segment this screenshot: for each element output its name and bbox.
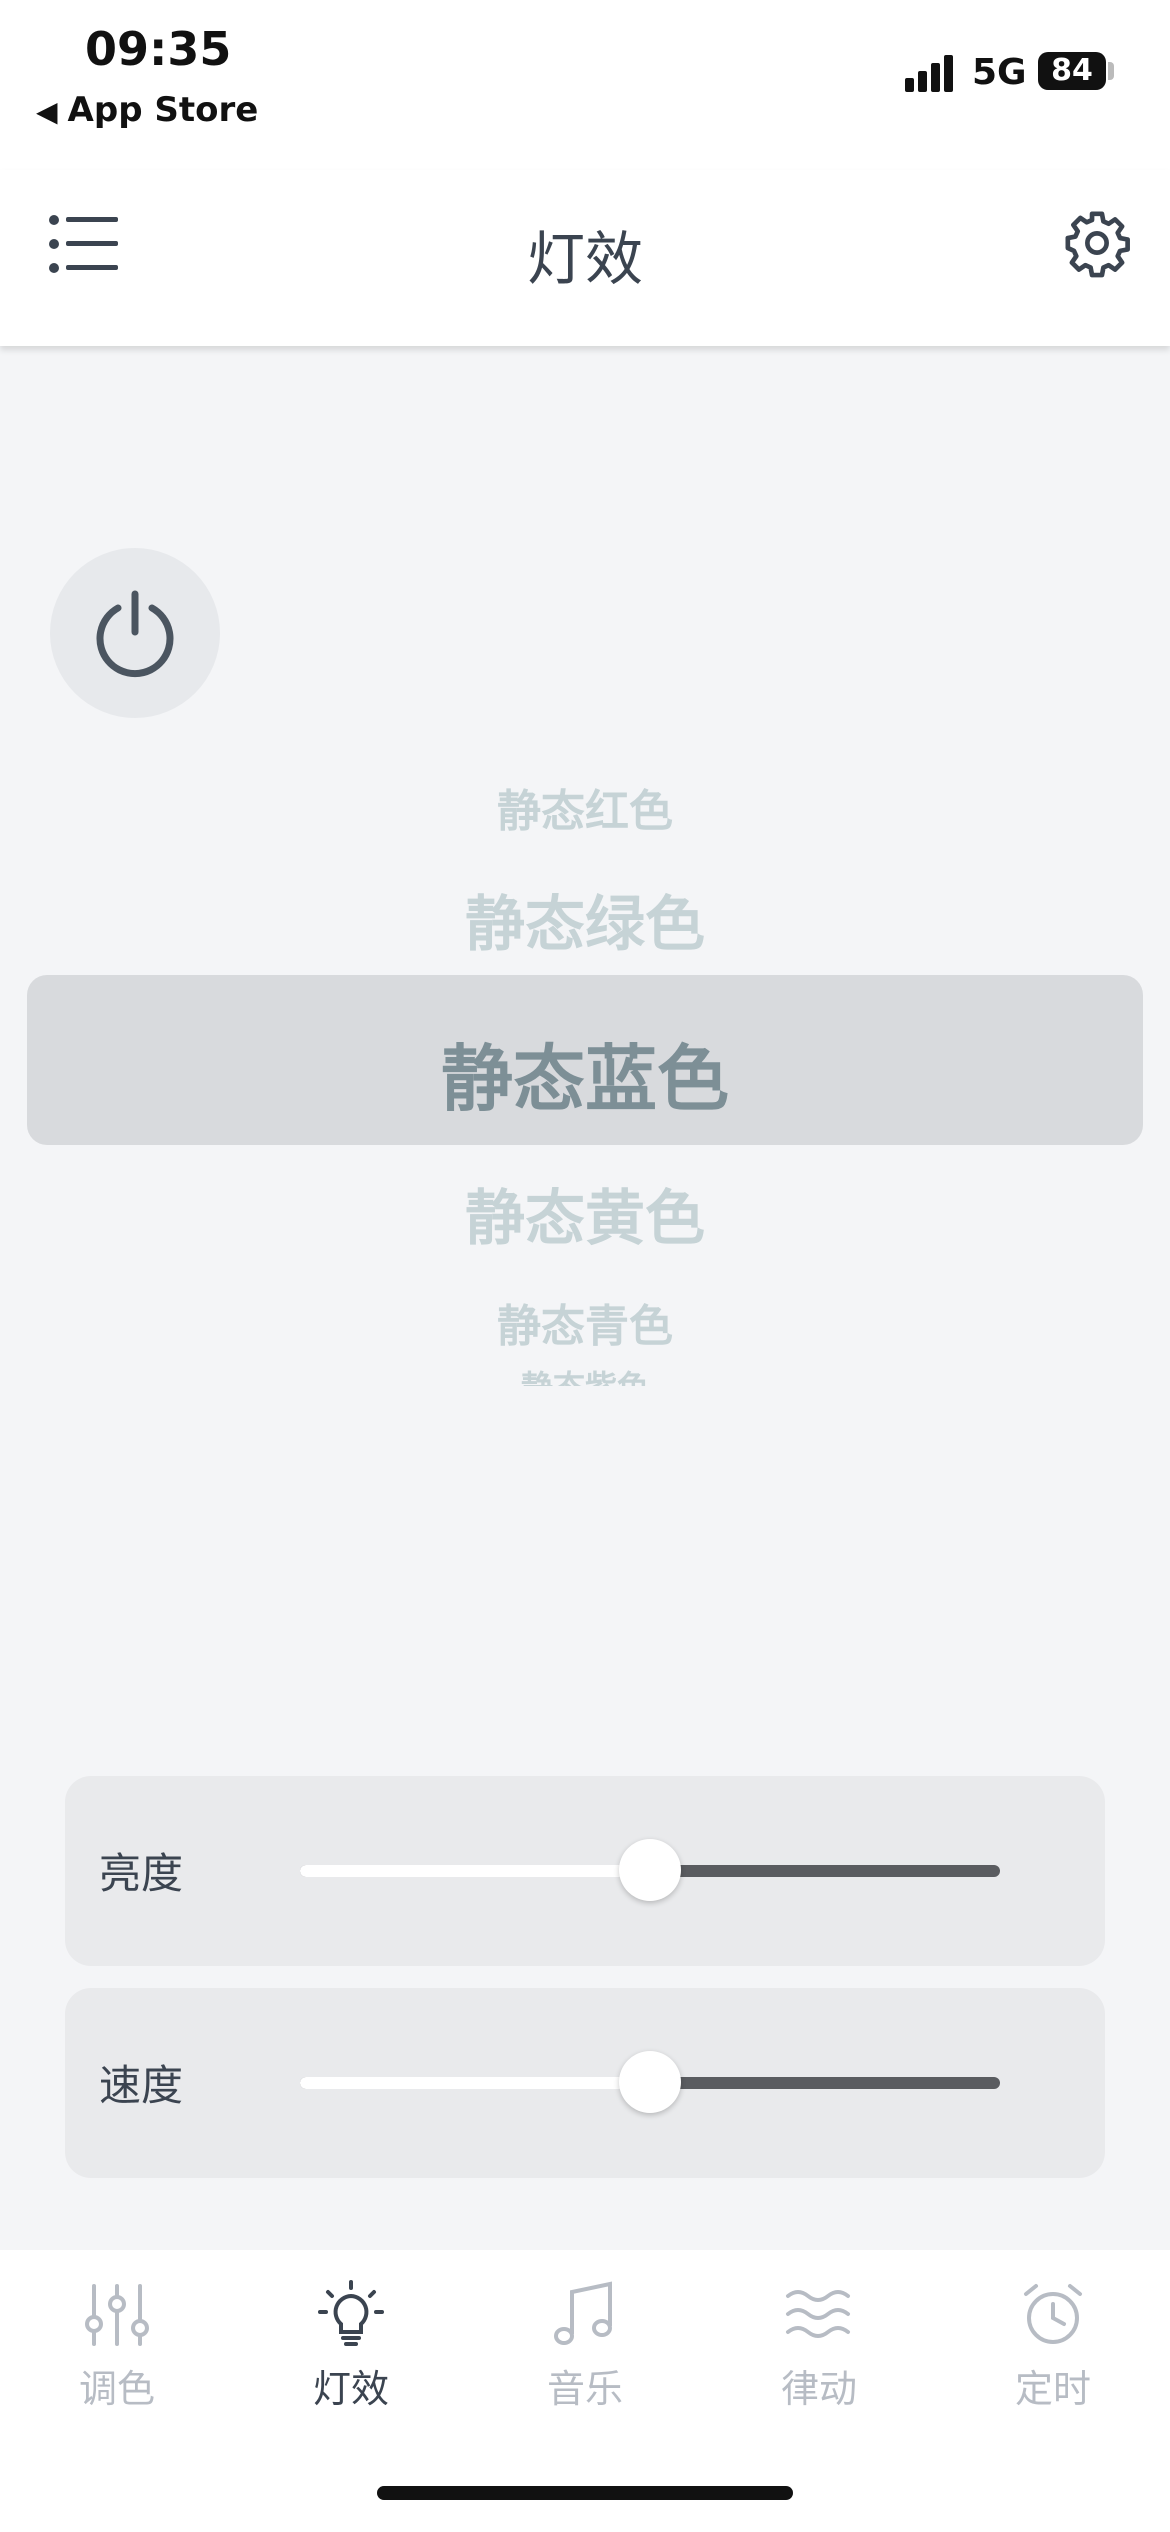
effect-option-blue-selected[interactable]: 静态蓝色 (0, 1020, 1170, 1125)
alarm-clock-icon (1024, 2284, 1082, 2344)
power-button[interactable] (50, 548, 220, 718)
cellular-signal-icon (905, 52, 955, 92)
lightbulb-icon (318, 2280, 384, 2346)
power-icon (96, 590, 174, 678)
effect-option-yellow[interactable]: 静态黄色 (0, 1170, 1170, 1257)
back-arrow-icon: ◀ (36, 95, 58, 128)
tab-rhythm[interactable]: 律动 (729, 2280, 909, 2420)
effect-option-red[interactable]: 静态红色 (0, 775, 1170, 839)
status-time: 09:35 (85, 22, 232, 76)
tab-color[interactable]: 调色 (27, 2280, 207, 2420)
sliders-icon (85, 2284, 149, 2346)
back-to-app-store-link[interactable]: ◀ App Store (36, 90, 258, 130)
tab-effects-label: 灯效 (312, 2367, 389, 2411)
speed-slider-card: 速度 (65, 1988, 1105, 2178)
back-label: App Store (67, 90, 259, 130)
tab-timer[interactable]: 定时 (963, 2280, 1143, 2420)
tab-rhythm-label: 律动 (780, 2367, 857, 2411)
settings-gear-icon[interactable] (1062, 208, 1132, 278)
speed-fill (300, 2077, 650, 2089)
effect-option-cyan[interactable]: 静态青色 (0, 1290, 1170, 1354)
home-indicator (377, 2486, 793, 2500)
network-type: 5G (972, 52, 1027, 93)
speed-label: 速度 (99, 2061, 184, 2110)
music-note-icon (554, 2281, 612, 2345)
tab-color-label: 调色 (78, 2367, 155, 2411)
tab-effects[interactable]: 灯效 (261, 2280, 441, 2420)
brightness-thumb[interactable] (619, 1839, 681, 1901)
speed-slider[interactable] (300, 2051, 1000, 2113)
tab-timer-label: 定时 (1014, 2367, 1091, 2411)
speed-thumb[interactable] (619, 2051, 681, 2113)
effect-option-green[interactable]: 静态绿色 (0, 876, 1170, 963)
tab-music-label: 音乐 (546, 2367, 623, 2411)
wave-icon (786, 2290, 850, 2338)
brightness-label: 亮度 (99, 1849, 184, 1898)
effect-option-purple[interactable]: 静态紫色 (0, 1362, 1170, 1386)
brightness-fill (300, 1865, 650, 1877)
tab-music[interactable]: 音乐 (495, 2280, 675, 2420)
brightness-slider[interactable] (300, 1839, 1000, 1901)
battery-level: 84 (1051, 53, 1093, 88)
status-bar: 09:35 ◀ App Store 5G 84 (0, 0, 1170, 170)
page-title: 灯效 (526, 225, 643, 293)
battery-tip (1108, 62, 1114, 80)
battery-icon: 84 (1038, 52, 1106, 90)
brightness-slider-card: 亮度 (65, 1776, 1105, 1966)
nav-bar: 灯效 (0, 170, 1170, 346)
